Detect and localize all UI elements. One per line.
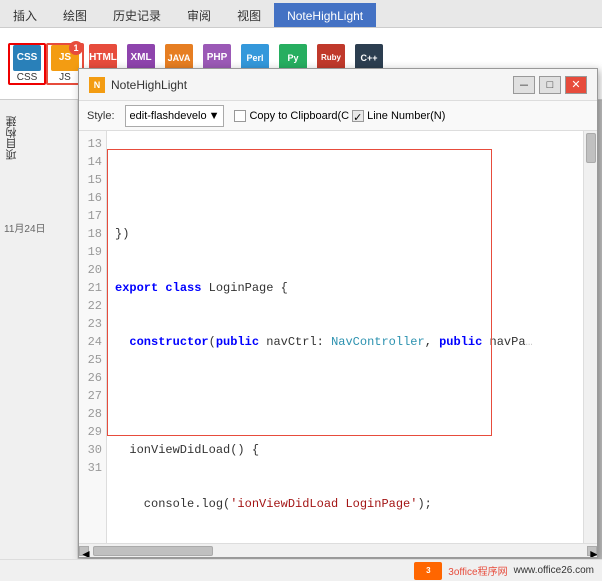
dialog-app-icon: N	[89, 77, 105, 93]
code-line-17: ionViewDidLoad() {	[115, 441, 575, 459]
tab-notehighlight[interactable]: NoteHighLight	[274, 3, 376, 27]
line-number-checkbox[interactable]: ✓	[352, 110, 364, 122]
watermark-url: www.office26.com	[514, 565, 594, 576]
dialog-minimize-btn[interactable]: －	[513, 76, 535, 94]
code-area-inner: 13 14 15 16 17 18 19 20 21 22 23 24 25 2…	[79, 131, 597, 557]
line-num-26: 26	[79, 369, 102, 387]
tab-review[interactable]: 审阅	[174, 3, 224, 27]
style-label: Style:	[87, 110, 115, 122]
line-num-19: 19	[79, 243, 102, 261]
line-number-label: Line Number(N)	[367, 110, 445, 122]
js-label: JS	[59, 72, 71, 83]
line-num-18: 18	[79, 225, 102, 243]
line-numbers: 13 14 15 16 17 18 19 20 21 22 23 24 25 2…	[79, 131, 107, 543]
tab-insert[interactable]: 插入	[0, 3, 50, 27]
line-num-20: 20	[79, 261, 102, 279]
line-num-23: 23	[79, 315, 102, 333]
code-content[interactable]: }) export class LoginPage { constructor(…	[107, 131, 583, 543]
line-num-14: 14	[79, 153, 102, 171]
line-num-25: 25	[79, 351, 102, 369]
copy-label: Copy to Clipboard(C	[249, 110, 349, 122]
code-area: 13 14 15 16 17 18 19 20 21 22 23 24 25 2…	[79, 131, 597, 557]
horizontal-scrollbar[interactable]: ◄ ►	[79, 543, 597, 557]
line-num-15: 15	[79, 171, 102, 189]
line-num-17: 17	[79, 207, 102, 225]
left-panel-btn[interactable]: 项目构建	[0, 110, 24, 166]
ribbon-tabs: 插入 绘图 历史记录 审阅 视图 NoteHighLight	[0, 0, 602, 28]
line-num-16: 16	[79, 189, 102, 207]
dialog-controls: － □ ✕	[513, 76, 587, 94]
js-badge: 1	[69, 41, 83, 55]
vertical-scrollbar[interactable]	[583, 131, 597, 543]
js-icon: JS 1	[51, 45, 79, 71]
style-select[interactable]: edit-flashdevelo ▼	[125, 105, 225, 127]
copy-checkbox[interactable]	[234, 110, 246, 122]
scrollbar-thumb-v[interactable]	[586, 133, 596, 163]
bottom-bar: 3 3office程序网 www.office26.com	[0, 559, 602, 581]
line-num-29: 29	[79, 423, 102, 441]
code-line-15: constructor(public navCtrl: NavControlle…	[115, 333, 575, 351]
dialog-title-left: N NoteHighLight	[89, 77, 187, 93]
office-logo-icon: 3	[414, 562, 442, 580]
line-num-13: 13	[79, 135, 102, 153]
notehighlight-dialog: N NoteHighLight － □ ✕ Style: edit-flashd…	[78, 68, 598, 558]
line-num-24: 24	[79, 333, 102, 351]
scrollbar-thumb-h[interactable]	[93, 546, 213, 556]
code-line-16	[115, 387, 575, 405]
dialog-toolbar: Style: edit-flashdevelo ▼ Copy to Clipbo…	[79, 101, 597, 131]
left-panel: 项目构建 11月24日	[0, 100, 78, 581]
line-num-31: 31	[79, 459, 102, 477]
tab-draw[interactable]: 绘图	[50, 3, 100, 27]
icon-css[interactable]: CSS CSS	[8, 43, 46, 85]
dialog-close-btn[interactable]: ✕	[565, 76, 587, 94]
dialog-restore-btn[interactable]: □	[539, 76, 561, 94]
line-num-30: 30	[79, 441, 102, 459]
scroll-left-btn[interactable]: ◄	[79, 546, 89, 556]
css-icon: CSS	[13, 45, 41, 71]
line-num-28: 28	[79, 405, 102, 423]
line-num-22: 22	[79, 297, 102, 315]
code-line-13: })	[115, 225, 575, 243]
watermark-text: 3office程序网	[448, 563, 507, 578]
css-label: CSS	[17, 72, 38, 83]
tab-view[interactable]: 视图	[224, 3, 274, 27]
dialog-titlebar: N NoteHighLight － □ ✕	[79, 69, 597, 101]
code-line-14: export class LoginPage {	[115, 279, 575, 297]
copy-checkbox-group: Copy to Clipboard(C ✓ Line Number(N)	[234, 110, 445, 122]
code-main: 13 14 15 16 17 18 19 20 21 22 23 24 25 2…	[79, 131, 597, 543]
code-line-18: console.log('ionViewDidLoad LoginPage');	[115, 495, 575, 513]
line-num-27: 27	[79, 387, 102, 405]
scroll-right-btn[interactable]: ►	[587, 546, 597, 556]
style-select-arrow: ▼	[209, 110, 220, 122]
tab-history[interactable]: 历史记录	[100, 3, 174, 27]
style-select-value: edit-flashdevelo	[130, 110, 207, 122]
dialog-title-text: NoteHighLight	[111, 78, 187, 92]
line-num-21: 21	[79, 279, 102, 297]
date-label: 11月24日	[0, 216, 77, 239]
